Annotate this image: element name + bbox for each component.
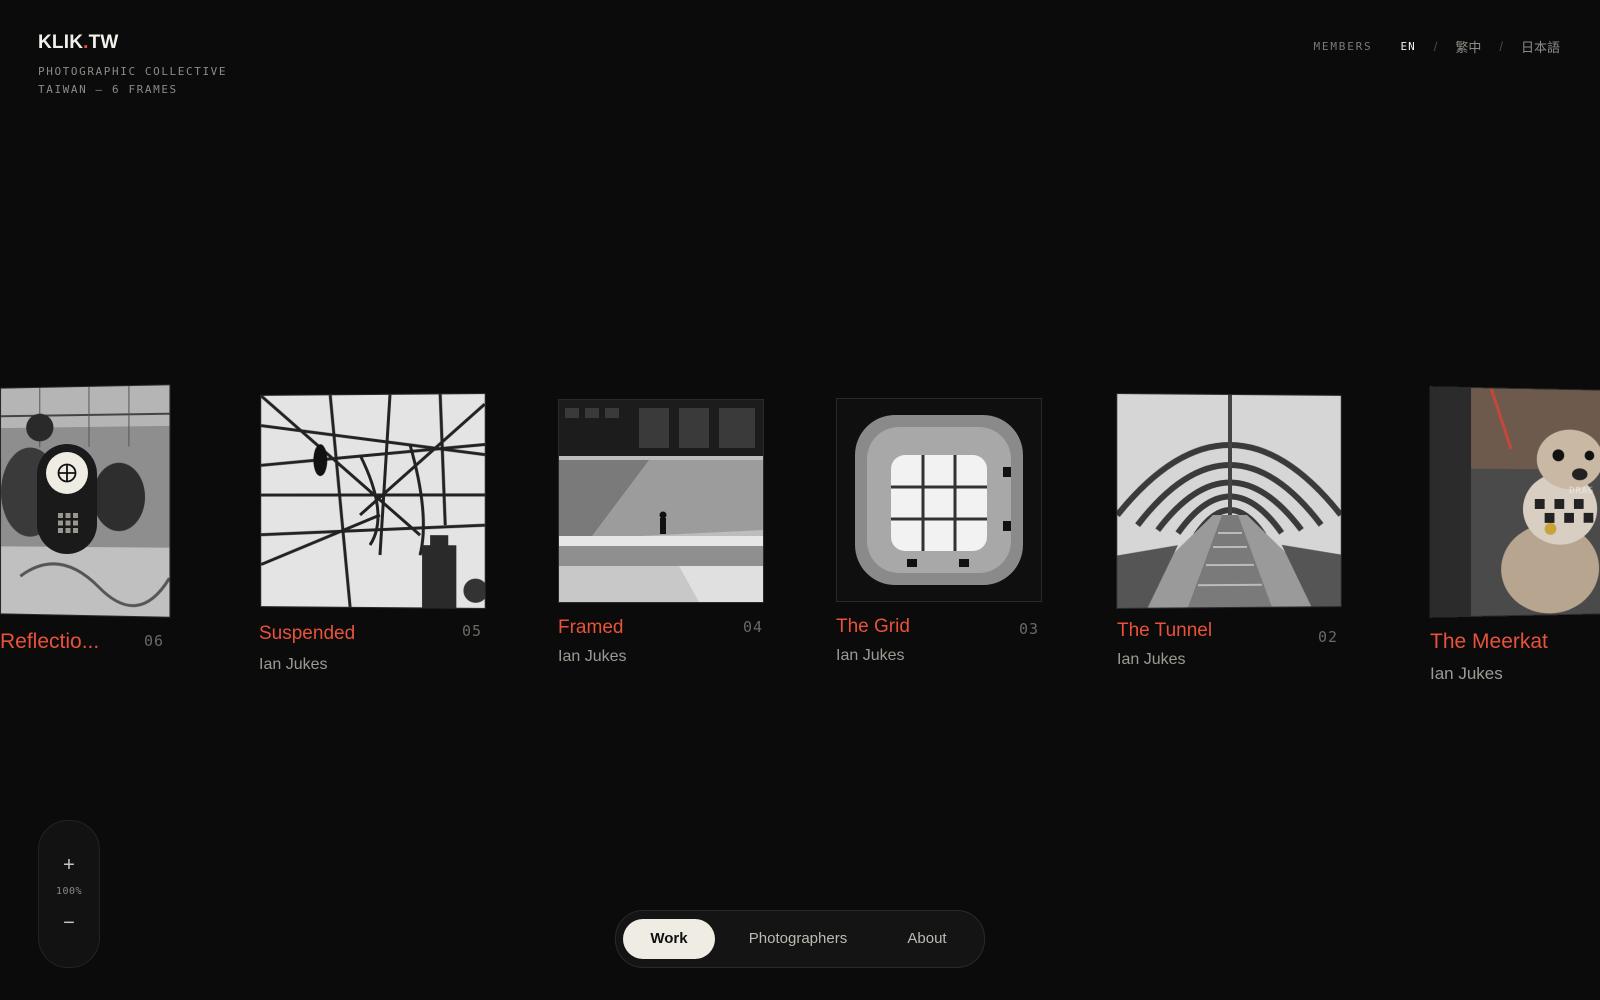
drag-hint: DRAG: [1569, 486, 1594, 496]
framed-photo: [559, 400, 763, 602]
work-title[interactable]: The Tunnel: [1117, 620, 1212, 642]
work-number: 05: [462, 622, 483, 640]
work-title[interactable]: Framed: [558, 617, 623, 639]
work-title[interactable]: The Grid: [836, 616, 910, 638]
meerkat-photo: DRAG: [1430, 387, 1600, 617]
work-photo[interactable]: [260, 393, 486, 609]
brand: KLIK.TW PHOTOGRAPHIC COLLECTIVE TAIWAN —…: [38, 32, 227, 99]
zoom-out-button[interactable]: −: [39, 909, 99, 937]
zoom-level: 100%: [55, 886, 83, 897]
logo-tld: TW: [88, 32, 119, 53]
work-photo[interactable]: DRAG: [1429, 386, 1600, 618]
work-title[interactable]: Reflectio...: [0, 630, 99, 654]
work-author[interactable]: Ian Jukes: [1117, 651, 1185, 669]
site-logo[interactable]: KLIK.TW: [38, 32, 227, 54]
lang-separator: /: [1499, 39, 1503, 54]
view-mode-toggle: [37, 444, 97, 554]
bottom-nav: Work Photographers About: [615, 910, 985, 968]
lang-zh[interactable]: 繁中: [1455, 37, 1481, 56]
work-author[interactable]: Ian Jukes: [1430, 664, 1503, 684]
zoom-control: + 100% −: [38, 820, 100, 968]
nav-work[interactable]: Work: [623, 919, 715, 959]
crosshair-icon[interactable]: [46, 452, 88, 494]
members-link[interactable]: MEMBERS: [1314, 40, 1373, 53]
zoom-in-button[interactable]: +: [39, 851, 99, 879]
tagline-line-1: PHOTOGRAPHIC COLLECTIVE: [38, 65, 228, 78]
top-nav: MEMBERS EN / 繁中 / 日本語: [1314, 37, 1561, 56]
work-author[interactable]: Ian Jukes: [836, 647, 904, 665]
tagline: PHOTOGRAPHIC COLLECTIVE TAIWAN — 6 FRAME…: [38, 63, 227, 99]
nav-photographers[interactable]: Photographers: [728, 919, 868, 959]
work-number: 02: [1318, 628, 1339, 646]
work-photo[interactable]: [1116, 393, 1342, 609]
work-author[interactable]: Ian Jukes: [558, 648, 626, 666]
nav-about[interactable]: About: [882, 919, 972, 959]
work-title[interactable]: The Meerkat: [1430, 630, 1548, 654]
work-title[interactable]: Suspended: [259, 623, 355, 645]
lang-separator: /: [1433, 39, 1438, 54]
work-number: 03: [1019, 620, 1040, 638]
suspended-photo: [261, 394, 485, 608]
tagline-line-2: TAIWAN — 6 FRAMES: [38, 83, 178, 96]
work-photo[interactable]: [558, 399, 764, 603]
lang-en[interactable]: EN: [1400, 40, 1415, 53]
grid-photo: [837, 399, 1041, 601]
logo-text: KLIK: [38, 32, 84, 53]
work-number: 04: [743, 618, 764, 636]
work-photo[interactable]: [836, 398, 1042, 602]
grid-icon[interactable]: [57, 512, 79, 534]
lang-ja[interactable]: 日本語: [1521, 37, 1560, 56]
tunnel-photo: [1117, 394, 1341, 608]
work-number: 06: [144, 632, 165, 650]
work-author[interactable]: Ian Jukes: [259, 656, 327, 674]
